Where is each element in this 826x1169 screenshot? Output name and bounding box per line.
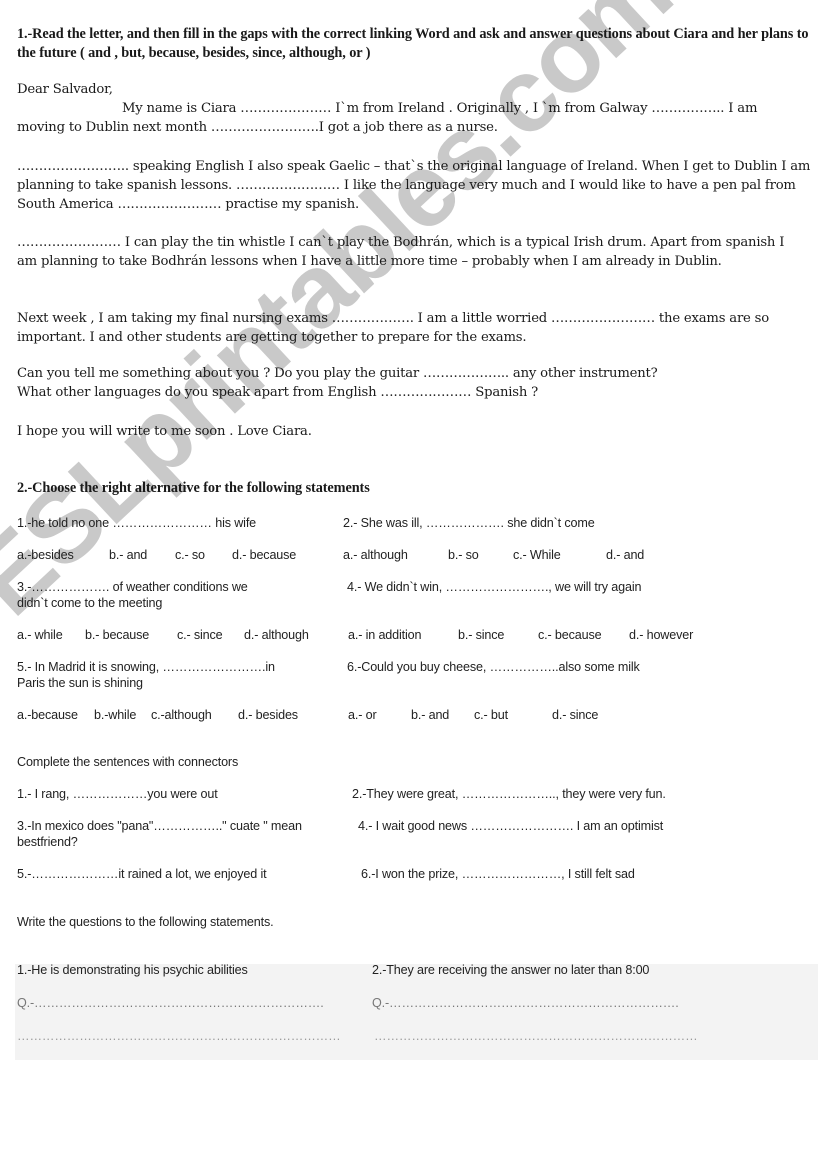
section1-title: 1.-Read the letter, and then fill in the… xyxy=(17,26,809,61)
question-3-cont: didn`t come to the meeting xyxy=(17,596,163,610)
letter-p2: …………………….. speaking English I also speak… xyxy=(17,159,811,212)
question-5: 5.- In Madrid it is snowing, …………………….in xyxy=(17,660,275,674)
question-5-cont: Paris the sun is shining xyxy=(17,676,143,690)
letter-p1-line2: moving to Dublin next month …………………….I g… xyxy=(17,120,498,135)
connector-sentence-5: 5.-…………………it rained a lot, we enjoyed it xyxy=(17,867,267,881)
option-2d[interactable]: d.- and xyxy=(606,548,644,562)
connector-sentence-6: 6.-I won the prize, ……………………, I still fe… xyxy=(361,867,635,881)
worksheet-page: ESLprintables.com 1.-Read the letter, an… xyxy=(0,0,826,1169)
question-2: 2.- She was ill, ………………. she didn`t come xyxy=(343,516,595,530)
option-3b[interactable]: b.- because xyxy=(85,628,149,642)
worksheet-content: 1.-Read the letter, and then fill in the… xyxy=(0,0,826,1169)
option-6c[interactable]: c.- but xyxy=(474,708,508,722)
option-6a[interactable]: a.- or xyxy=(348,708,377,722)
question-4: 4.- We didn`t win, ……………………., we will tr… xyxy=(347,580,642,594)
question-6: 6.-Could you buy cheese, ……………..also som… xyxy=(347,660,640,674)
connector-sentence-3: 3.-In mexico does "pana"…………….." cuate "… xyxy=(17,819,302,833)
question-answer-line-2[interactable]: Q.-……………………………………………………………. xyxy=(372,996,679,1010)
option-5d[interactable]: d.- besides xyxy=(238,708,298,722)
option-4b[interactable]: b.- since xyxy=(458,628,504,642)
option-1c[interactable]: c.- so xyxy=(175,548,205,562)
letter-p4: Next week , I am taking my final nursing… xyxy=(17,311,769,345)
option-2a[interactable]: a.- although xyxy=(343,548,408,562)
option-6b[interactable]: b.- and xyxy=(411,708,449,722)
option-1d[interactable]: d.- because xyxy=(232,548,296,562)
option-4c[interactable]: c.- because xyxy=(538,628,602,642)
letter-p3: …………………… I can play the tin whistle I ca… xyxy=(17,235,785,269)
option-3c[interactable]: c.- since xyxy=(177,628,223,642)
option-2c[interactable]: c.- While xyxy=(513,548,561,562)
question-answer-line-1[interactable]: Q.-……………………………………………………………. xyxy=(17,996,324,1010)
option-4d[interactable]: d.- however xyxy=(629,628,693,642)
option-4a[interactable]: a.- in addition xyxy=(348,628,422,642)
questions-answer-box xyxy=(15,964,818,1060)
letter-salutation: Dear Salvador, xyxy=(17,82,113,97)
section2-title: 2.-Choose the right alternative for the … xyxy=(17,480,370,496)
letter-p5-line1: Can you tell me something about you ? Do… xyxy=(17,366,658,381)
answer-line-1[interactable]: …………………………………………………………………… xyxy=(17,1029,341,1043)
section4-title: Write the questions to the following sta… xyxy=(17,915,274,929)
connector-sentence-4: 4.- I wait good news ……………………. I am an o… xyxy=(358,819,664,833)
connector-sentence-1: 1.- I rang, ………………you were out xyxy=(17,787,218,801)
answer-line-2[interactable]: …………………………………………………………………… xyxy=(374,1029,698,1043)
letter-p5-line2: What other languages do you speak apart … xyxy=(17,385,539,400)
option-3a[interactable]: a.- while xyxy=(17,628,63,642)
connector-sentence-2: 2.-They were great, ………………….., they were… xyxy=(352,787,666,801)
option-5b[interactable]: b.-while xyxy=(94,708,136,722)
letter-p1-line1: My name is Ciara ………………… I`m from Irelan… xyxy=(122,101,758,116)
statement-1: 1.-He is demonstrating his psychic abili… xyxy=(17,963,248,977)
option-1a[interactable]: a.-besides xyxy=(17,548,74,562)
question-3: 3.-………………. of weather conditions we xyxy=(17,580,248,594)
statement-2: 2.-They are receiving the answer no late… xyxy=(372,963,650,977)
option-3d[interactable]: d.- although xyxy=(244,628,309,642)
letter-closing: I hope you will write to me soon . Love … xyxy=(17,424,312,439)
connector-sentence-3-cont: bestfriend? xyxy=(17,835,78,849)
question-1: 1.-he told no one …………………… his wife xyxy=(17,516,257,530)
option-5c[interactable]: c.-although xyxy=(151,708,212,722)
option-1b[interactable]: b.- and xyxy=(109,548,147,562)
section3-title: Complete the sentences with connectors xyxy=(17,755,239,769)
option-6d[interactable]: d.- since xyxy=(552,708,598,722)
option-2b[interactable]: b.- so xyxy=(448,548,479,562)
option-5a[interactable]: a.-because xyxy=(17,708,78,722)
